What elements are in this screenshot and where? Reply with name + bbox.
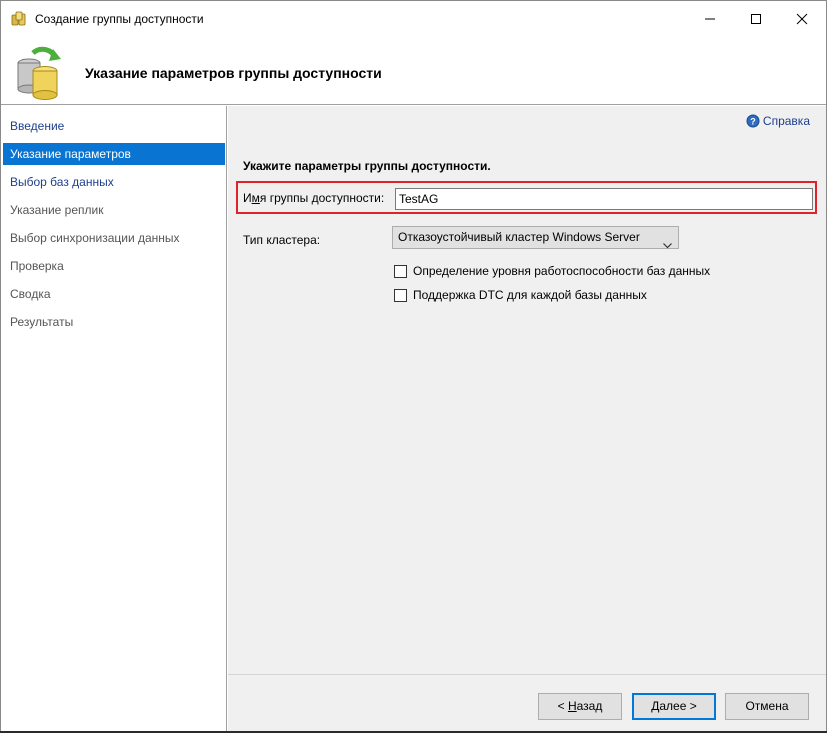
step-data-synchronization: Выбор синхронизации данных (10, 231, 180, 245)
db-health-detection-option[interactable]: Определение уровня работоспособности баз… (394, 264, 710, 278)
svg-text:?: ? (750, 117, 756, 127)
section-title: Укажите параметры группы доступности. (243, 159, 491, 173)
cluster-type-select[interactable]: Отказоустойчивый кластер Windows Server (392, 226, 679, 249)
dtc-support-checkbox[interactable] (394, 288, 407, 302)
wizard-window: Создание группы доступности Указание пар… (0, 0, 827, 733)
step-summary: Сводка (10, 287, 51, 301)
minimize-icon (705, 18, 715, 20)
step-results: Результаты (10, 315, 74, 329)
dtc-support-label: Поддержка DTC для каждой базы данных (413, 288, 647, 302)
title-bar[interactable]: Создание группы доступности (1, 1, 826, 37)
maximize-icon (751, 14, 761, 24)
wizard-footer: < Назад Далее > Отмена (228, 674, 826, 732)
database-sync-icon (15, 43, 65, 101)
options-panel: ? Справка Укажите параметры группы досту… (228, 106, 826, 674)
help-link[interactable]: ? Справка (746, 114, 810, 128)
highlight-frame: Имя группы доступности: (236, 181, 817, 214)
dtc-support-option[interactable]: Поддержка DTC для каждой базы данных (394, 288, 647, 302)
step-specify-replicas: Указание реплик (10, 203, 104, 217)
maximize-button[interactable] (733, 1, 779, 37)
close-icon (796, 13, 808, 25)
wizard-header: Указание параметров группы доступности (1, 37, 826, 105)
cancel-button[interactable]: Отмена (725, 693, 809, 720)
cluster-type-value: Отказоустойчивый кластер Windows Server (398, 230, 640, 244)
step-specify-options[interactable]: Указание параметров (3, 143, 225, 165)
ag-name-input[interactable] (395, 188, 813, 210)
availability-group-app-icon (11, 11, 27, 27)
ag-name-label: Имя группы доступности: (243, 191, 385, 205)
page-title: Указание параметров группы доступности (85, 65, 382, 81)
close-button[interactable] (779, 1, 825, 37)
db-health-detection-checkbox[interactable] (394, 264, 407, 278)
step-introduction[interactable]: Введение (3, 115, 225, 137)
next-button[interactable]: Далее > (632, 693, 716, 720)
db-health-detection-label: Определение уровня работоспособности баз… (413, 264, 711, 278)
chevron-down-icon (663, 235, 672, 256)
step-validation: Проверка (10, 259, 64, 273)
wizard-steps-sidebar: Введение Указание параметров Выбор баз д… (1, 106, 227, 732)
help-label: Справка (762, 114, 810, 128)
window-title: Создание группы доступности (35, 12, 204, 26)
back-button[interactable]: < Назад (538, 693, 622, 720)
help-icon: ? (746, 114, 760, 128)
cluster-type-label: Тип кластера: (243, 233, 321, 247)
minimize-button[interactable] (687, 1, 733, 37)
step-select-databases[interactable]: Выбор баз данных (3, 171, 225, 193)
